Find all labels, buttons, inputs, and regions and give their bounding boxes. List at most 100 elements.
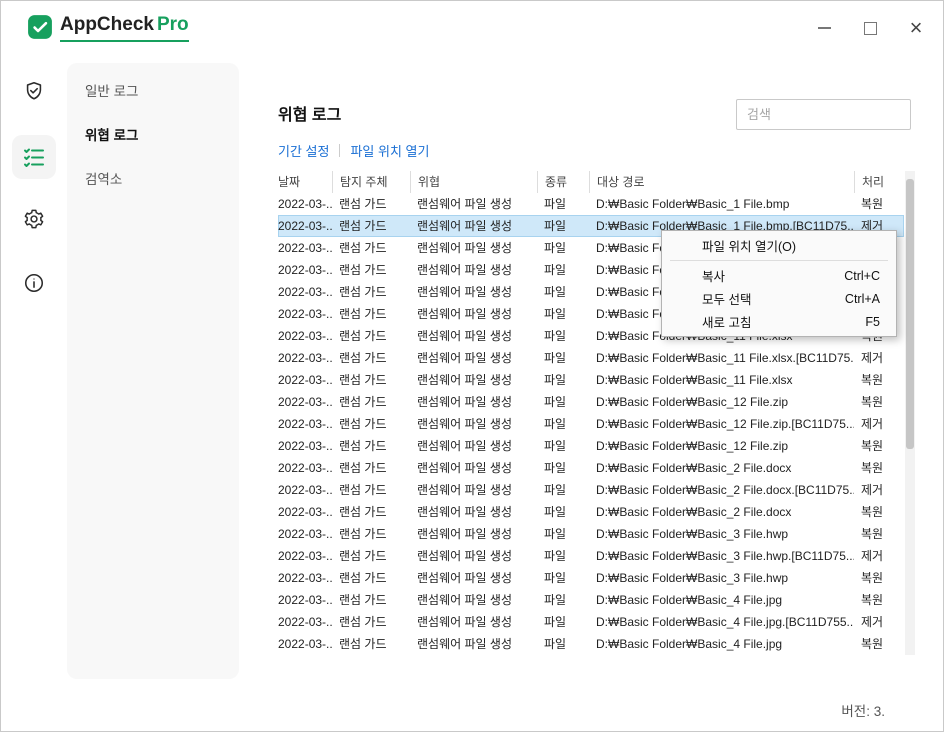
table-row[interactable]: 2022-03-...랜섬 가드랜섬웨어 파일 생성파일D:₩Basic Fol… (278, 193, 904, 215)
cell-date: 2022-03-... (278, 589, 332, 611)
cell-action: 복원 (854, 589, 904, 611)
context-menu-item[interactable]: 모두 선택Ctrl+A (662, 287, 896, 310)
cell-path: D:₩Basic Folder₩Basic_2 File.docx (589, 457, 854, 479)
context-menu-item[interactable]: 복사Ctrl+C (662, 264, 896, 287)
scrollbar-thumb[interactable] (906, 179, 914, 449)
column-header-date[interactable]: 날짜 (278, 171, 332, 193)
cell-subject: 랜섬 가드 (332, 237, 410, 259)
minimize-icon (818, 27, 831, 29)
table-row[interactable]: 2022-03-...랜섬 가드랜섬웨어 파일 생성파일D:₩Basic Fol… (278, 589, 904, 611)
cell-type: 파일 (537, 369, 589, 391)
column-header-subject[interactable]: 탐지 주체 (332, 171, 410, 193)
cell-subject: 랜섬 가드 (332, 281, 410, 303)
nav-item[interactable]: 일반 로그 (67, 77, 239, 107)
table-row[interactable]: 2022-03-...랜섬 가드랜섬웨어 파일 생성파일D:₩Basic Fol… (278, 611, 904, 633)
table-row[interactable]: 2022-03-...랜섬 가드랜섬웨어 파일 생성파일D:₩Basic Fol… (278, 457, 904, 479)
cell-subject: 랜섬 가드 (332, 303, 410, 325)
cell-subject: 랜섬 가드 (332, 369, 410, 391)
link-period-setting[interactable]: 기간 설정 (278, 141, 329, 160)
cell-action: 제거 (854, 347, 904, 369)
cell-action: 복원 (854, 391, 904, 413)
cell-path: D:₩Basic Folder₩Basic_4 File.jpg (589, 589, 854, 611)
window-controls: × (813, 17, 927, 39)
table-row[interactable]: 2022-03-...랜섬 가드랜섬웨어 파일 생성파일D:₩Basic Fol… (278, 545, 904, 567)
nav-item[interactable]: 위협 로그 (67, 121, 239, 151)
table-row[interactable]: 2022-03-...랜섬 가드랜섬웨어 파일 생성파일D:₩Basic Fol… (278, 523, 904, 545)
cell-date: 2022-03-... (278, 303, 332, 325)
menu-separator (670, 260, 888, 261)
column-header-type[interactable]: 종류 (537, 171, 589, 193)
cell-threat: 랜섬웨어 파일 생성 (410, 215, 537, 237)
table-row[interactable]: 2022-03-...랜섬 가드랜섬웨어 파일 생성파일D:₩Basic Fol… (278, 369, 904, 391)
table-scrollbar[interactable] (905, 171, 915, 655)
cell-type: 파일 (537, 633, 589, 655)
cell-date: 2022-03-... (278, 193, 332, 215)
cell-path: D:₩Basic Folder₩Basic_4 File.jpg.[BC11D7… (589, 611, 854, 633)
cell-type: 파일 (537, 545, 589, 567)
brand-text: AppCheckPro (60, 14, 189, 42)
maximize-button[interactable] (859, 17, 881, 39)
link-open-file-location[interactable]: 파일 위치 열기 (350, 141, 429, 160)
cell-subject: 랜섬 가드 (332, 413, 410, 435)
cell-type: 파일 (537, 589, 589, 611)
cell-subject: 랜섬 가드 (332, 391, 410, 413)
search-input[interactable] (736, 99, 911, 130)
cell-path: D:₩Basic Folder₩Basic_12 File.zip (589, 391, 854, 413)
table-row[interactable]: 2022-03-...랜섬 가드랜섬웨어 파일 생성파일D:₩Basic Fol… (278, 391, 904, 413)
cell-type: 파일 (537, 611, 589, 633)
cell-action: 복원 (854, 457, 904, 479)
cell-type: 파일 (537, 259, 589, 281)
cell-subject: 랜섬 가드 (332, 325, 410, 347)
table-row[interactable]: 2022-03-...랜섬 가드랜섬웨어 파일 생성파일D:₩Basic Fol… (278, 633, 904, 655)
cell-action: 제거 (854, 545, 904, 567)
column-header-path[interactable]: 대상 경로 (589, 171, 854, 193)
cell-date: 2022-03-... (278, 501, 332, 523)
cell-type: 파일 (537, 479, 589, 501)
menu-item-label: 모두 선택 (702, 289, 751, 308)
cell-threat: 랜섬웨어 파일 생성 (410, 303, 537, 325)
cell-threat: 랜섬웨어 파일 생성 (410, 589, 537, 611)
nav-item[interactable]: 검역소 (67, 165, 239, 195)
column-header-threat[interactable]: 위협 (410, 171, 537, 193)
column-header-action[interactable]: 처리 (854, 171, 904, 193)
table-row[interactable]: 2022-03-...랜섬 가드랜섬웨어 파일 생성파일D:₩Basic Fol… (278, 347, 904, 369)
context-menu-item[interactable]: 새로 고침F5 (662, 310, 896, 333)
menu-item-label: 파일 위치 열기(O) (702, 236, 796, 255)
table-row[interactable]: 2022-03-...랜섬 가드랜섬웨어 파일 생성파일D:₩Basic Fol… (278, 413, 904, 435)
sidebar-item-logs[interactable] (12, 135, 56, 179)
cell-type: 파일 (537, 215, 589, 237)
cell-threat: 랜섬웨어 파일 생성 (410, 259, 537, 281)
gear-icon (23, 208, 45, 230)
table-row[interactable]: 2022-03-...랜섬 가드랜섬웨어 파일 생성파일D:₩Basic Fol… (278, 567, 904, 589)
table-row[interactable]: 2022-03-...랜섬 가드랜섬웨어 파일 생성파일D:₩Basic Fol… (278, 435, 904, 457)
cell-type: 파일 (537, 391, 589, 413)
cell-type: 파일 (537, 325, 589, 347)
context-menu-item[interactable]: 파일 위치 열기(O) (662, 234, 896, 257)
cell-subject: 랜섬 가드 (332, 435, 410, 457)
cell-path: D:₩Basic Folder₩Basic_12 File.zip (589, 435, 854, 457)
cell-threat: 랜섬웨어 파일 생성 (410, 413, 537, 435)
nav-panel: 일반 로그위협 로그검역소 (67, 63, 239, 679)
app-logo: AppCheckPro (27, 14, 189, 42)
menu-item-shortcut: Ctrl+C (844, 269, 880, 283)
cell-type: 파일 (537, 413, 589, 435)
brand-name: AppCheck (60, 14, 154, 35)
table-row[interactable]: 2022-03-...랜섬 가드랜섬웨어 파일 생성파일D:₩Basic Fol… (278, 501, 904, 523)
minimize-button[interactable] (813, 17, 835, 39)
links-divider (339, 144, 340, 157)
cell-subject: 랜섬 가드 (332, 567, 410, 589)
close-button[interactable]: × (905, 17, 927, 39)
sidebar-item-info[interactable] (12, 261, 56, 305)
table-row[interactable]: 2022-03-...랜섬 가드랜섬웨어 파일 생성파일D:₩Basic Fol… (278, 479, 904, 501)
cell-action: 복원 (854, 567, 904, 589)
cell-path: D:₩Basic Folder₩Basic_11 File.xlsx (589, 369, 854, 391)
cell-subject: 랜섬 가드 (332, 479, 410, 501)
cell-subject: 랜섬 가드 (332, 589, 410, 611)
cell-date: 2022-03-... (278, 479, 332, 501)
cell-type: 파일 (537, 435, 589, 457)
sidebar-item-settings[interactable] (12, 197, 56, 241)
cell-type: 파일 (537, 303, 589, 325)
sidebar-item-protection[interactable] (12, 69, 56, 113)
context-menu: 파일 위치 열기(O) 복사Ctrl+C모두 선택Ctrl+A새로 고침F5 (661, 230, 897, 337)
cell-subject: 랜섬 가드 (332, 215, 410, 237)
